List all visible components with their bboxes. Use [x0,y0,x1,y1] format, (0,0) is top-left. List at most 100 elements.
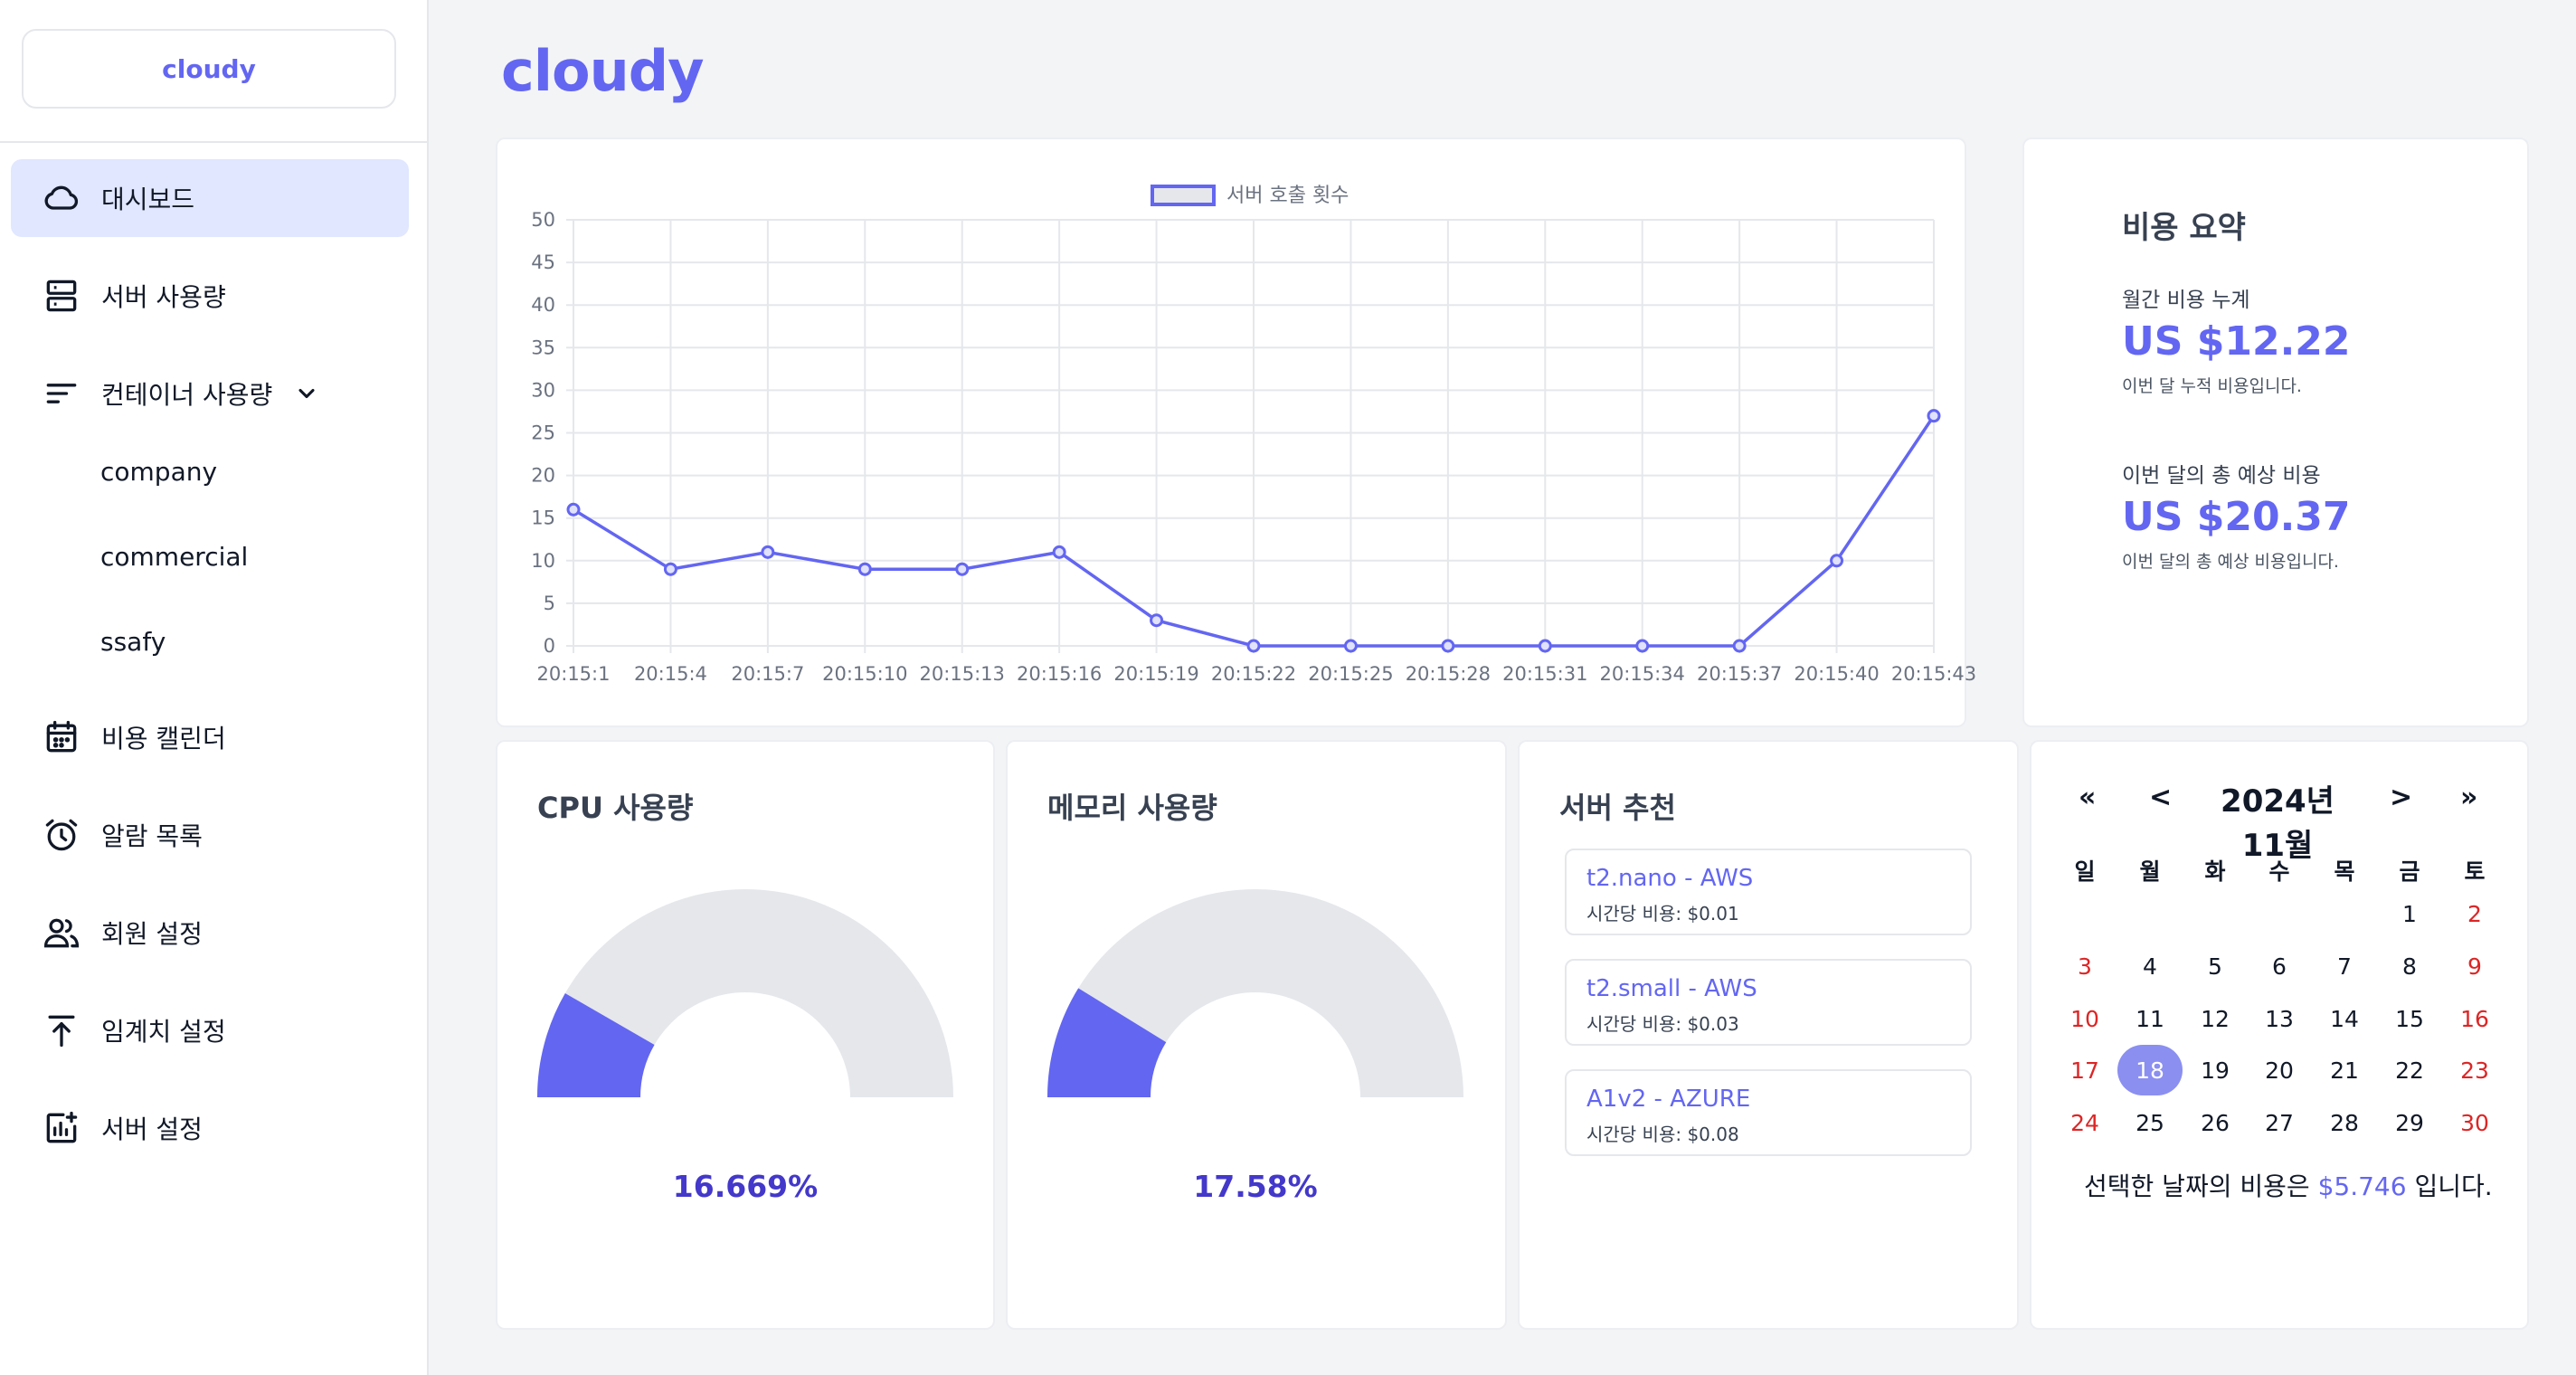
calendar-day[interactable]: 7 [2312,941,2377,991]
calendar-day[interactable]: 12 [2183,993,2248,1044]
selected-date-cost-suffix: 입니다. [2414,1171,2493,1201]
memory-usage-title: 메모리 사용량 [1047,791,1217,825]
calendar-day[interactable]: 24 [2052,1097,2117,1148]
calendar-day[interactable]: 3 [2052,941,2117,991]
arrow-up-icon [42,1010,81,1050]
forecast-cost-value: US $20.37 [2122,494,2351,540]
sidebar-subitem-company[interactable]: company [100,454,217,490]
alarm-clock-icon [42,815,81,855]
calendar-weekday: 목 [2334,858,2355,885]
cost-summary-title: 비용 요약 [2122,210,2246,246]
cpu-usage-value: 16.669% [672,1169,819,1204]
forecast-cost-note: 이번 달의 총 예상 비용입니다. [2122,552,2339,572]
cost-summary-card [2022,138,2529,727]
chart-plus-icon [42,1108,81,1148]
cpu-gauge [537,889,953,1097]
recommendation-name: t2.small - AWS [1586,975,1757,1002]
selected-date-cost: 선택한 날짜의 비용은 $5.746 입니다. [2084,1167,2493,1203]
logo[interactable]: cloudy [22,29,396,109]
sidebar-item-label: 비용 캘린더 [101,724,226,754]
calendar-day[interactable]: 9 [2442,941,2507,991]
memory-usage-value: 17.58% [1193,1169,1318,1204]
calendar-day[interactable]: 19 [2183,1045,2248,1095]
calendar-day[interactable]: 30 [2442,1097,2507,1148]
calendar-day[interactable]: 26 [2183,1097,2248,1148]
recommendation-name: t2.nano - AWS [1586,865,1754,892]
calendar-icon [42,717,81,757]
sidebar-item-server-settings[interactable]: 서버 설정 [11,1089,409,1167]
sidebar-item-server-usage[interactable]: 서버 사용량 [11,257,409,335]
recommendation-price: 시간당 비용: $0.08 [1586,1124,1739,1145]
sidebar-item-label: 알람 목록 [101,821,203,851]
sidebar-subitem-ssafy[interactable]: ssafy [100,624,166,660]
monthly-cost-note: 이번 달 누적 비용입니다. [2122,376,2302,396]
recommendation-price: 시간당 비용: $0.03 [1586,1013,1739,1035]
recommendation-item[interactable]: t2.small - AWS 시간당 비용: $0.03 [1565,959,1972,1046]
calendar-day[interactable]: 23 [2442,1045,2507,1095]
calendar-weekday: 화 [2204,858,2226,885]
recommendation-item[interactable]: t2.nano - AWS 시간당 비용: $0.01 [1565,849,1972,935]
calendar-day[interactable]: 4 [2117,941,2183,991]
calendar-day[interactable]: 1 [2377,888,2442,939]
recommendation-name: A1v2 - AZURE [1586,1086,1751,1113]
calendar-day-selected[interactable]: 18 [2117,1045,2183,1095]
sidebar-item-label: 서버 사용량 [101,282,226,312]
cpu-usage-title: CPU 사용량 [537,791,694,825]
calendar-day[interactable]: 21 [2312,1045,2377,1095]
calendar-day[interactable]: 15 [2377,993,2442,1044]
sidebar: cloudy 대시보드 서버 사용량 컨테이너 사용량 company comm… [0,0,429,1375]
sidebar-item-label: 서버 설정 [101,1114,203,1144]
sidebar-divider [0,141,429,143]
calendar-day[interactable]: 28 [2312,1097,2377,1148]
calendar-day[interactable]: 10 [2052,993,2117,1044]
calendar-day[interactable]: 25 [2117,1097,2183,1148]
chart-legend-label[interactable]: 서버 호출 횟수 [1226,179,1349,208]
server-recommendation-title: 서버 추천 [1559,791,1676,825]
calendar-weekday: 월 [2139,858,2161,885]
cloud-icon [42,178,81,218]
sidebar-item-member-settings[interactable]: 회원 설정 [11,894,409,972]
calendar-prev-year-button[interactable]: « [2079,782,2096,813]
sidebar-item-alarm-list[interactable]: 알람 목록 [11,796,409,874]
sidebar-item-threshold-settings[interactable]: 임계치 설정 [11,991,409,1069]
calendar-day[interactable]: 17 [2052,1045,2117,1095]
calendar-day[interactable]: 22 [2377,1045,2442,1095]
forecast-cost-label: 이번 달의 총 예상 비용 [2122,464,2321,488]
calendar-day[interactable]: 2 [2442,888,2507,939]
selected-date-cost-amount: $5.746 [2317,1171,2407,1201]
calendar-next-month-button[interactable]: > [2390,782,2412,813]
bars-icon [42,374,81,413]
calendar-day[interactable]: 6 [2247,941,2312,991]
calendar-day[interactable]: 13 [2247,993,2312,1044]
page-title: cloudy [501,38,705,104]
calendar-day[interactable]: 14 [2312,993,2377,1044]
selected-date-cost-prefix: 선택한 날짜의 비용은 [2084,1171,2310,1201]
calendar-day[interactable]: 11 [2117,993,2183,1044]
calendar-day[interactable]: 8 [2377,941,2442,991]
sidebar-item-container-usage[interactable]: 컨테이너 사용량 [11,355,409,432]
calendar-next-year-button[interactable]: » [2460,782,2477,813]
calendar-prev-month-button[interactable]: < [2149,782,2172,813]
monthly-cost-value: US $12.22 [2122,318,2351,365]
calendar-weekday: 일 [2074,858,2096,885]
memory-gauge [1047,889,1463,1097]
sidebar-item-label: 임계치 설정 [101,1017,226,1047]
calendar-day[interactable]: 5 [2183,941,2248,991]
calendar-day[interactable]: 20 [2247,1045,2312,1095]
server-icon [42,276,81,316]
chevron-down-icon[interactable] [294,380,321,407]
monthly-cost-label: 월간 비용 누계 [2122,289,2250,312]
recommendation-price: 시간당 비용: $0.01 [1586,903,1739,925]
sidebar-item-label: 대시보드 [101,185,195,214]
calendar-weekday: 수 [2268,858,2290,885]
sidebar-item-label: 컨테이너 사용량 [101,380,273,410]
sidebar-subitem-commercial[interactable]: commercial [100,539,248,575]
recommendation-item[interactable]: A1v2 - AZURE 시간당 비용: $0.08 [1565,1069,1972,1156]
sidebar-item-cost-calendar[interactable]: 비용 캘린더 [11,698,409,776]
calendar-day[interactable]: 16 [2442,993,2507,1044]
sidebar-item-label: 회원 설정 [101,919,203,949]
calendar-day[interactable]: 29 [2377,1097,2442,1148]
chart-legend-swatch[interactable] [1151,185,1216,206]
calendar-day[interactable]: 27 [2247,1097,2312,1148]
sidebar-item-dashboard[interactable]: 대시보드 [11,159,409,237]
